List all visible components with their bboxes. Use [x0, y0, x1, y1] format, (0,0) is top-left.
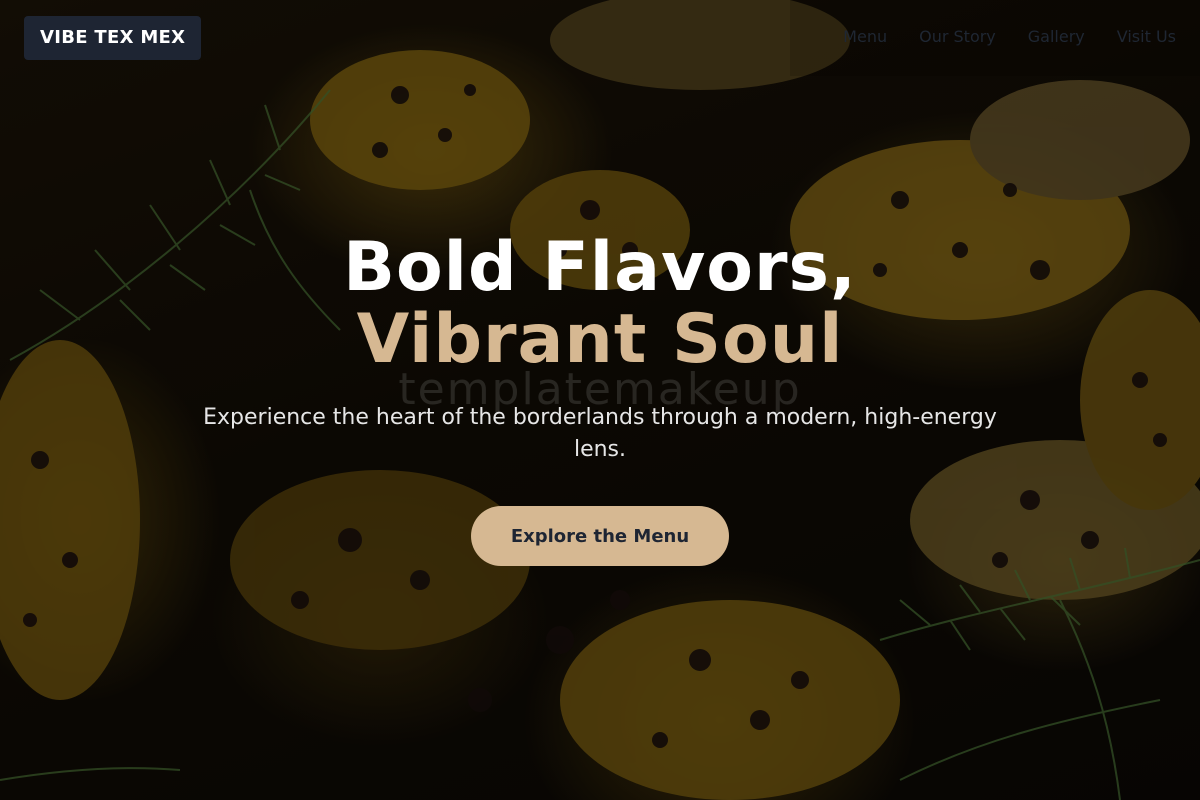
top-navbar: VIBE TEX MEX Menu Our Story Gallery Visi…	[0, 0, 1200, 76]
hero-subtitle: Experience the heart of the borderlands …	[203, 405, 997, 462]
explore-menu-button[interactable]: Explore the Menu	[471, 506, 729, 566]
nav-link-gallery[interactable]: Gallery	[1028, 27, 1085, 47]
hero-headline: Bold Flavors, Vibrant Soul	[0, 232, 1200, 376]
headline-line-1: Bold Flavors,	[343, 228, 857, 307]
nav-link-menu[interactable]: Menu	[843, 27, 887, 47]
hero-content: Bold Flavors, Vibrant Soul	[0, 232, 1200, 376]
main-nav: Menu Our Story Gallery Visit Us	[843, 27, 1176, 47]
headline-line-2: Vibrant Soul	[356, 300, 844, 379]
nav-link-visit-us[interactable]: Visit Us	[1117, 27, 1176, 47]
hero-section: VIBE TEX MEX Menu Our Story Gallery Visi…	[0, 0, 1200, 800]
nav-link-our-story[interactable]: Our Story	[919, 27, 996, 47]
brand-logo[interactable]: VIBE TEX MEX	[24, 16, 202, 60]
